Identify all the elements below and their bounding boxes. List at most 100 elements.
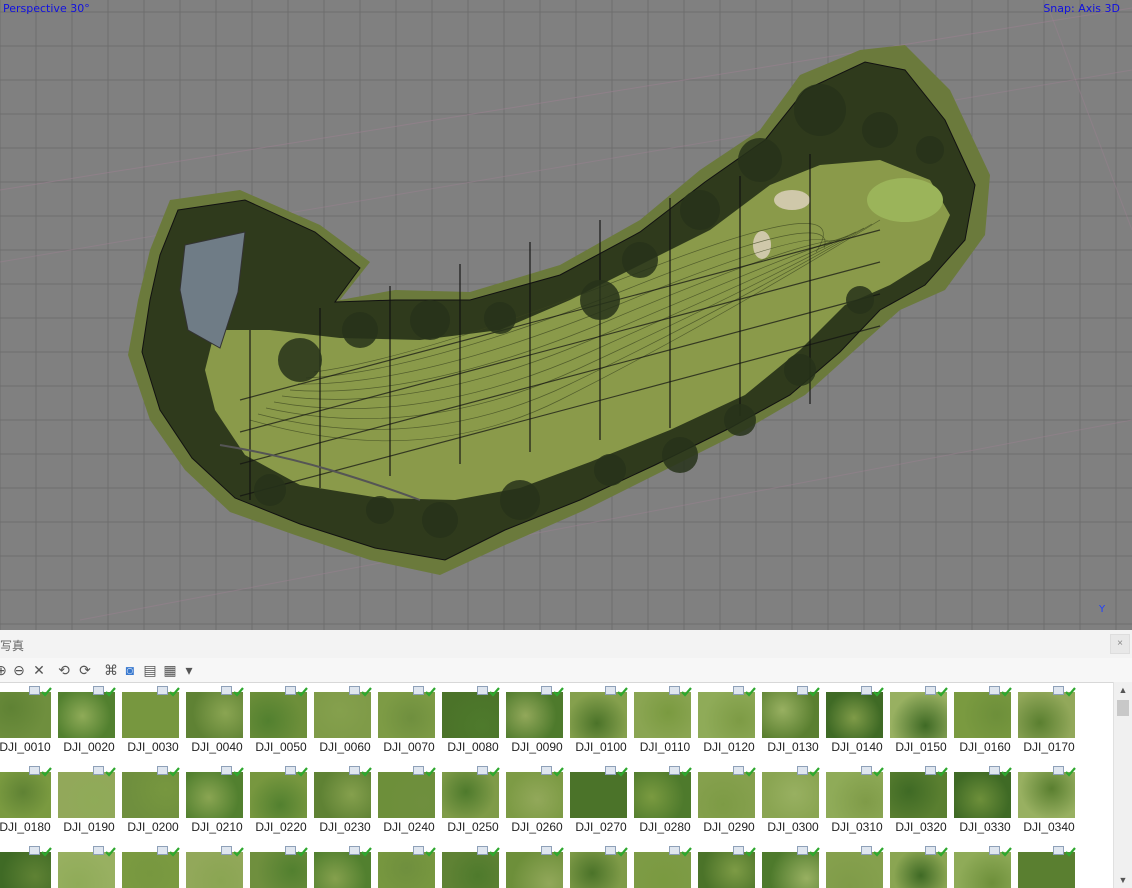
photo-thumbnail-item[interactable]: DJI_0190 [58, 762, 122, 838]
photo-thumbnail-image[interactable] [634, 692, 691, 738]
photo-thumbnail-image[interactable] [122, 852, 179, 888]
photo-thumbnail-image[interactable] [314, 772, 371, 818]
photo-thumbnail-image[interactable] [826, 852, 883, 888]
photo-thumbnail-image[interactable] [442, 692, 499, 738]
photo-thumbnail-item[interactable]: DJI_0080 [442, 682, 506, 758]
photo-thumbnail-item[interactable]: DJI_0270 [570, 762, 634, 838]
camera-view-icon[interactable]: ◙ [121, 661, 139, 679]
photo-thumbnail-image[interactable] [58, 852, 115, 888]
photo-thumbnail-item[interactable]: DJI_0330 [954, 762, 1018, 838]
photo-thumbnail-item[interactable] [634, 842, 698, 888]
dropdown-arrow-icon[interactable]: ▾ [180, 661, 198, 679]
photo-thumbnail-image[interactable] [1018, 772, 1075, 818]
photo-thumbnail-item[interactable]: DJI_0210 [186, 762, 250, 838]
scroll-thumb[interactable] [1117, 700, 1129, 716]
photo-thumbnail-image[interactable] [250, 772, 307, 818]
photo-thumbnail-item[interactable] [954, 842, 1018, 888]
photo-thumbnail-item[interactable] [378, 842, 442, 888]
photo-thumbnail-image[interactable] [762, 772, 819, 818]
photo-thumbnail-item[interactable] [122, 842, 186, 888]
list-view-icon[interactable]: ▤ [141, 661, 159, 679]
photo-thumbnail-item[interactable] [0, 842, 58, 888]
photo-thumbnail-image[interactable] [314, 692, 371, 738]
photo-thumbnail-item[interactable]: DJI_0150 [890, 682, 954, 758]
photo-thumbnail-image[interactable] [506, 772, 563, 818]
photo-thumbnail-item[interactable]: DJI_0290 [698, 762, 762, 838]
photo-thumbnail-image[interactable] [698, 772, 755, 818]
photo-thumbnail-item[interactable]: DJI_0160 [954, 682, 1018, 758]
rotate-left-icon[interactable]: ⟲ [55, 661, 73, 679]
photo-thumbnail-image[interactable] [890, 852, 947, 888]
photo-thumbnail-image[interactable] [954, 852, 1011, 888]
photo-thumbnail-item[interactable]: DJI_0320 [890, 762, 954, 838]
photo-thumbnail-item[interactable]: DJI_0170 [1018, 682, 1082, 758]
photo-thumbnail-item[interactable] [570, 842, 634, 888]
photo-thumbnail-image[interactable] [0, 692, 51, 738]
photo-thumbnail-image[interactable] [442, 852, 499, 888]
photo-thumbnail-image[interactable] [762, 852, 819, 888]
remove-icon[interactable]: ⊖ [10, 661, 28, 679]
photo-thumbnail-item[interactable]: DJI_0240 [378, 762, 442, 838]
photo-thumbnail-item[interactable] [698, 842, 762, 888]
photo-thumbnail-image[interactable] [506, 692, 563, 738]
photo-thumbnail-item[interactable]: DJI_0060 [314, 682, 378, 758]
photo-thumbnail-item[interactable]: DJI_0340 [1018, 762, 1082, 838]
photo-thumbnail-item[interactable] [890, 842, 954, 888]
photo-thumbnail-image[interactable] [250, 692, 307, 738]
photo-thumbnail-image[interactable] [634, 772, 691, 818]
scroll-up-arrow-icon[interactable]: ▲ [1117, 684, 1129, 696]
photo-thumbnail-image[interactable] [506, 852, 563, 888]
photo-thumbnail-item[interactable] [826, 842, 890, 888]
photo-thumbnail-item[interactable]: DJI_0030 [122, 682, 186, 758]
photo-thumbnail-item[interactable]: DJI_0040 [186, 682, 250, 758]
photo-thumbnail-image[interactable] [634, 852, 691, 888]
binoculars-icon[interactable]: ⌘ [102, 661, 120, 679]
photo-thumbnail-item[interactable] [58, 842, 122, 888]
photo-thumbnail-item[interactable] [442, 842, 506, 888]
scroll-down-arrow-icon[interactable]: ▼ [1117, 874, 1129, 886]
photo-thumbnail-item[interactable]: DJI_0050 [250, 682, 314, 758]
photo-thumbnail-image[interactable] [58, 772, 115, 818]
photo-thumbnail-image[interactable] [570, 852, 627, 888]
panel-close-button[interactable]: × [1110, 634, 1130, 654]
photo-thumbnail-item[interactable]: DJI_0120 [698, 682, 762, 758]
photo-thumbnail-image[interactable] [378, 692, 435, 738]
photo-thumbnail-image[interactable] [186, 772, 243, 818]
photo-thumbnail-item[interactable]: DJI_0280 [634, 762, 698, 838]
photo-grid-scrollbar[interactable]: ▲ ▼ [1113, 682, 1132, 888]
photo-thumbnail-item[interactable]: DJI_0200 [122, 762, 186, 838]
rotate-right-icon[interactable]: ⟳ [76, 661, 94, 679]
photo-thumbnail-image[interactable] [570, 772, 627, 818]
photo-thumbnail-image[interactable] [58, 692, 115, 738]
add-icon[interactable]: ⊕ [0, 661, 10, 679]
photo-thumbnail-image[interactable] [954, 692, 1011, 738]
photo-thumbnail-image[interactable] [890, 692, 947, 738]
photo-thumbnail-item[interactable] [762, 842, 826, 888]
photo-thumbnail-item[interactable]: DJI_0250 [442, 762, 506, 838]
photo-thumbnail-item[interactable] [506, 842, 570, 888]
photo-thumbnail-item[interactable]: DJI_0090 [506, 682, 570, 758]
photo-thumbnail-item[interactable]: DJI_0300 [762, 762, 826, 838]
photo-thumbnail-image[interactable] [826, 772, 883, 818]
photo-thumbnail-image[interactable] [954, 772, 1011, 818]
photo-thumbnail-image[interactable] [826, 692, 883, 738]
photo-thumbnail-image[interactable] [186, 692, 243, 738]
photo-thumbnail-image[interactable] [122, 772, 179, 818]
photo-thumbnail-item[interactable]: DJI_0180 [0, 762, 58, 838]
photo-thumbnail-image[interactable] [762, 692, 819, 738]
photo-thumbnail-item[interactable]: DJI_0220 [250, 762, 314, 838]
photo-thumbnail-image[interactable] [890, 772, 947, 818]
photo-thumbnail-image[interactable] [378, 852, 435, 888]
photo-thumbnail-item[interactable]: DJI_0020 [58, 682, 122, 758]
photo-thumbnail-item[interactable]: DJI_0010 [0, 682, 58, 758]
photo-thumbnail-item[interactable]: DJI_0140 [826, 682, 890, 758]
photo-thumbnail-image[interactable] [570, 692, 627, 738]
photo-thumbnail-image[interactable] [1018, 852, 1075, 888]
photo-thumbnail-item[interactable]: DJI_0310 [826, 762, 890, 838]
photo-thumbnail-image[interactable] [314, 852, 371, 888]
photo-thumbnail-image[interactable] [0, 852, 51, 888]
photo-thumbnail-image[interactable] [698, 692, 755, 738]
3d-viewport[interactable]: Perspective 30° Snap: Axis 3D Y [0, 0, 1132, 630]
photo-thumbnail-image[interactable] [1018, 692, 1075, 738]
terrain-model-canvas[interactable] [0, 0, 1132, 630]
